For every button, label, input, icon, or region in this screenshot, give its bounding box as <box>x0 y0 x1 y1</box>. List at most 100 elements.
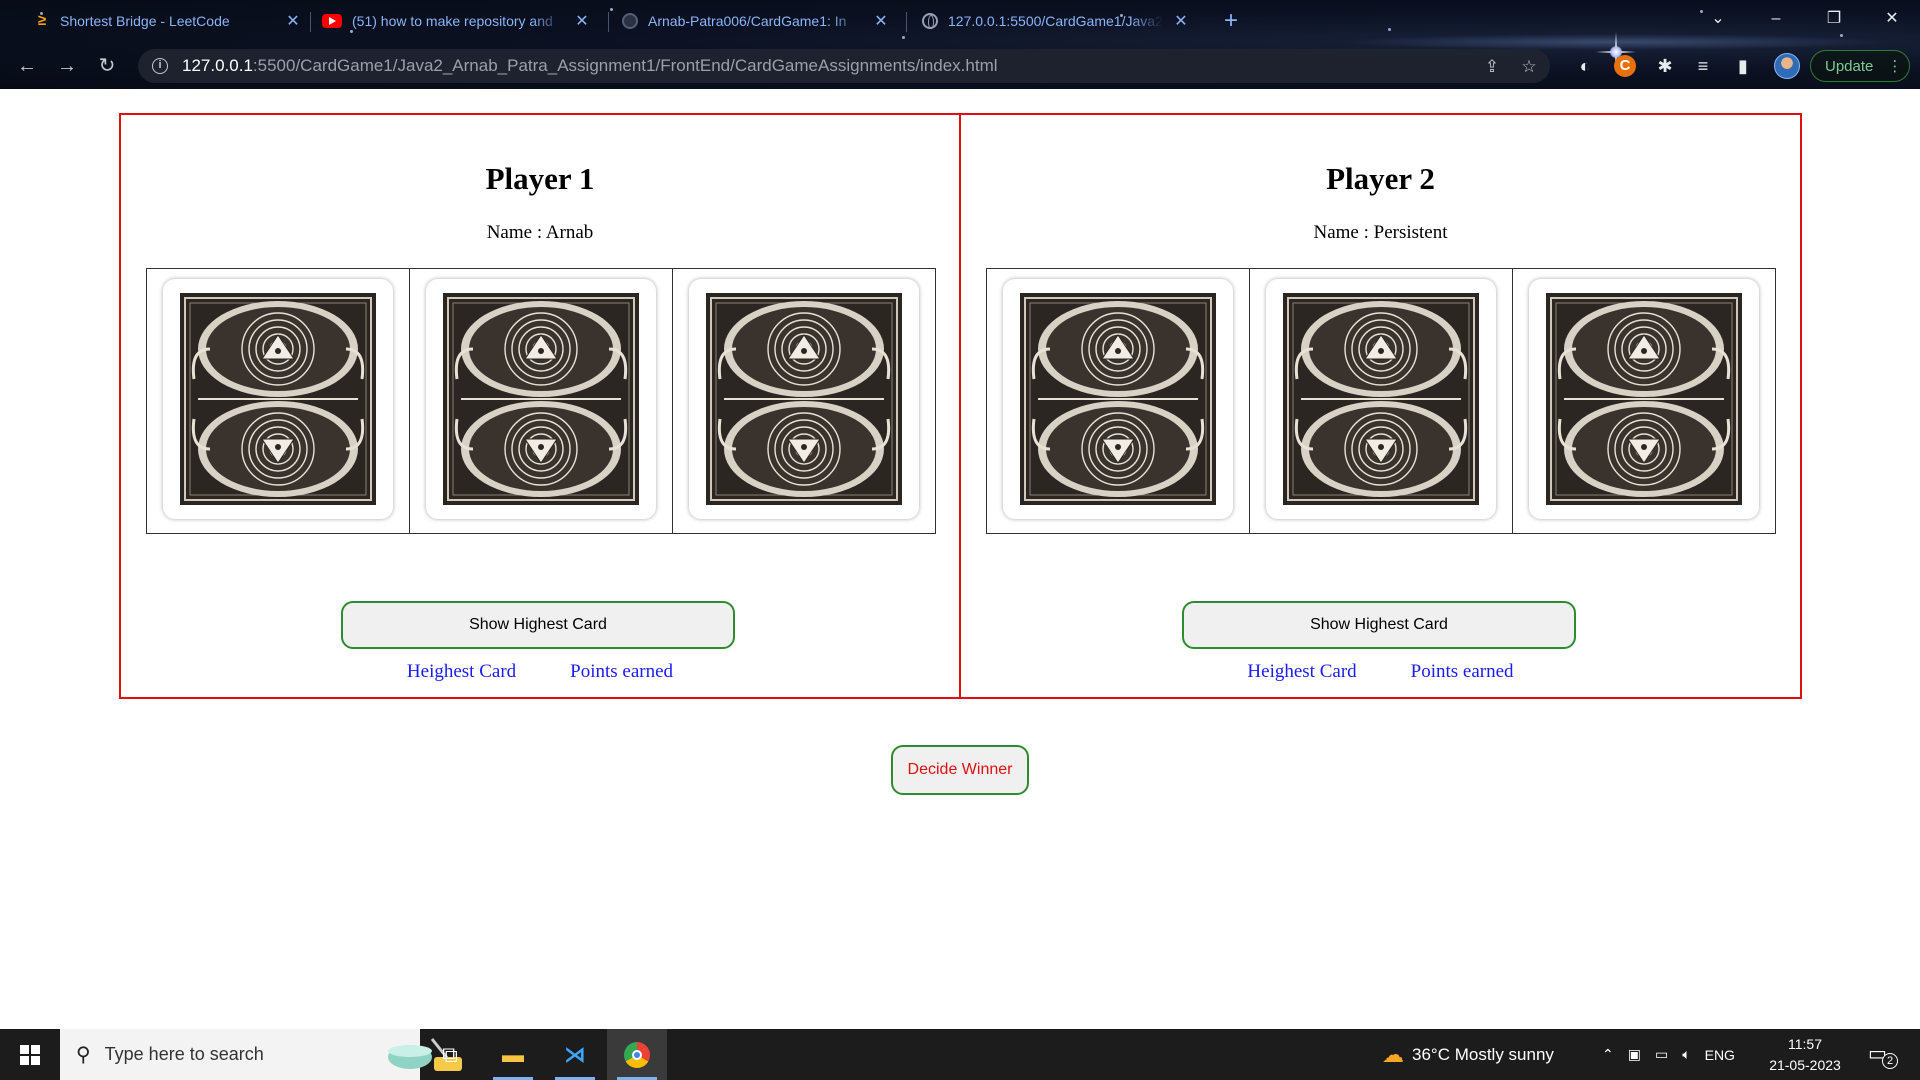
show-highest-card-button-player-2[interactable]: Show Highest Card <box>1182 601 1576 649</box>
chrome-icon[interactable] <box>607 1029 667 1080</box>
close-window-icon[interactable]: ✕ <box>1880 6 1904 32</box>
avatar[interactable] <box>1774 53 1800 79</box>
tab-search-chevron-icon[interactable]: ⌄ <box>1706 6 1730 32</box>
card-cell <box>409 268 673 534</box>
card-cell <box>986 268 1250 534</box>
card-back-art <box>1283 292 1479 505</box>
task-view-icon[interactable]: ⧉ <box>420 1029 480 1080</box>
windows-logo-icon <box>20 1044 40 1065</box>
notification-center-icon[interactable]: ▭ 2 <box>1868 1041 1898 1069</box>
extension-c-icon[interactable]: C <box>1614 55 1636 77</box>
media-queue-icon[interactable]: ≡ <box>1692 55 1714 77</box>
highest-card-label: Heighest Card <box>406 661 517 682</box>
player-2-heading: Player 2 <box>1326 161 1435 196</box>
share-icon[interactable]: ⇪ <box>1482 57 1502 77</box>
minimize-icon[interactable]: – <box>1764 6 1788 32</box>
tab-youtube[interactable]: (51) how to make repository and ✕ <box>312 6 600 36</box>
sun-cloud-icon: ☁ <box>1382 1041 1404 1067</box>
info-icon[interactable]: i <box>152 58 168 74</box>
address-bar[interactable]: i 127.0.0.1:5500/CardGame1/Java2_Arnab_P… <box>138 49 1550 83</box>
notification-badge: 2 <box>1882 1053 1898 1069</box>
tab-title: Arnab-Patra006/CardGame1: In <box>648 13 847 29</box>
weather-text: 36°C Mostly sunny <box>1412 1044 1554 1064</box>
update-label: Update <box>1825 57 1874 75</box>
battery-icon[interactable]: ▭ <box>1655 1046 1668 1063</box>
tab-title: (51) how to make repository and <box>352 13 553 29</box>
url-path: :5500/CardGame1/Java2_Arnab_Patra_Assign… <box>252 56 998 75</box>
card-back-art <box>1020 292 1216 505</box>
clock[interactable]: 11:57 21-05-2023 <box>1760 1034 1850 1076</box>
youtube-icon <box>322 14 342 28</box>
browser-toolbar: ← → ↻ i 127.0.0.1:5500/CardGame1/Java2_A… <box>0 47 1920 85</box>
card-back[interactable] <box>163 278 393 519</box>
tab-strip: ≥ Shortest Bridge - LeetCode ✕ (51) how … <box>0 0 1920 42</box>
player-2-card-table <box>986 268 1776 534</box>
close-icon[interactable]: ✕ <box>574 11 590 31</box>
network-icon[interactable]: ▣ <box>1628 1046 1641 1063</box>
card-back[interactable] <box>1003 278 1233 519</box>
close-icon[interactable]: ✕ <box>873 11 889 31</box>
tab-github[interactable]: Arnab-Patra006/CardGame1: In ✕ <box>612 6 899 36</box>
bookmark-star-icon[interactable]: ☆ <box>1519 57 1539 77</box>
search-placeholder: Type here to search <box>104 1044 264 1064</box>
card-back[interactable] <box>1266 278 1496 519</box>
windows-taskbar: ⚲ Type here to search ⧉ ▬ ⋊ ☁ 36°C Mostl… <box>0 1029 1920 1080</box>
player-2-panel: Player 2 Name : Persistent Show Highest … <box>959 113 1802 699</box>
vscode-icon[interactable]: ⋊ <box>545 1029 605 1080</box>
player-1-heading: Player 1 <box>485 161 595 196</box>
update-button[interactable]: Update ⋮ <box>1810 50 1910 82</box>
card-back-art <box>180 292 376 505</box>
system-tray: ⌃ ▣ ▭ 🔈︎ ENG <box>1602 1029 1735 1080</box>
chevron-up-icon[interactable]: ⌃ <box>1602 1046 1614 1063</box>
new-tab-button[interactable]: + <box>1224 6 1238 36</box>
forward-arrow-icon[interactable]: → <box>54 53 80 79</box>
url-host: 127.0.0.1 <box>182 56 253 75</box>
start-button[interactable] <box>0 1029 60 1080</box>
player-1-results: Heighest Card Points earned <box>121 661 959 683</box>
globe-icon <box>922 13 938 29</box>
card-cell <box>1512 268 1776 534</box>
highest-card-label: Heighest Card <box>1247 661 1357 682</box>
leetcode-icon: ≥ <box>37 12 47 29</box>
clock-date: 21-05-2023 <box>1769 1057 1841 1073</box>
tab-title: 127.0.0.1:5500/CardGame1/Java2 <box>948 13 1163 29</box>
extension-palette-icon[interactable]: ◐ <box>1574 55 1596 77</box>
player-1-name: Name : Arnab <box>486 222 594 243</box>
player-1-panel: Player 1 Name : Arnab Show Highest Card … <box>119 113 961 699</box>
reload-icon[interactable]: ↻ <box>94 53 120 79</box>
player-1-card-table <box>146 268 936 534</box>
player-2-name: Name : Persistent <box>1313 222 1448 243</box>
card-back[interactable] <box>1529 278 1759 519</box>
card-back-art <box>706 292 902 505</box>
points-earned-label: Points earned <box>570 661 674 682</box>
github-icon <box>622 13 638 29</box>
kebab-menu-icon[interactable]: ⋮ <box>1887 57 1902 75</box>
card-back-art <box>443 292 639 505</box>
restore-icon[interactable]: ❐ <box>1822 6 1846 32</box>
tab-localhost-active[interactable]: 127.0.0.1:5500/CardGame1/Java2 ✕ <box>912 6 1199 36</box>
card-back[interactable] <box>426 278 656 519</box>
card-back[interactable] <box>689 278 919 519</box>
clock-time: 11:57 <box>1788 1036 1822 1052</box>
player-2-results: Heighest Card Points earned <box>961 661 1800 683</box>
tab-title: Shortest Bridge - LeetCode <box>60 13 230 29</box>
browser-chrome: ≥ Shortest Bridge - LeetCode ✕ (51) how … <box>0 0 1920 89</box>
side-panel-icon[interactable]: ▮ <box>1732 55 1754 77</box>
close-icon[interactable]: ✕ <box>285 11 301 31</box>
points-earned-label: Points earned <box>1410 661 1514 682</box>
volume-icon[interactable]: 🔈︎ <box>1682 1046 1690 1063</box>
extensions-puzzle-icon[interactable]: ✱ <box>1654 55 1676 77</box>
taskbar-search[interactable]: ⚲ Type here to search <box>60 1029 462 1080</box>
tab-leetcode[interactable]: ≥ Shortest Bridge - LeetCode ✕ <box>24 6 311 36</box>
close-icon[interactable]: ✕ <box>1173 11 1189 31</box>
show-highest-card-button-player-1[interactable]: Show Highest Card <box>341 601 735 649</box>
card-back-art <box>1546 292 1742 505</box>
weather-widget[interactable]: ☁ 36°C Mostly sunny <box>1382 1029 1554 1080</box>
search-icon: ⚲ <box>76 1044 91 1066</box>
decide-winner-button[interactable]: Decide Winner <box>891 745 1029 795</box>
card-cell <box>672 268 936 534</box>
card-cell <box>1249 268 1513 534</box>
back-arrow-icon[interactable]: ← <box>14 53 40 79</box>
file-explorer-icon[interactable]: ▬ <box>483 1029 543 1080</box>
language-indicator[interactable]: ENG <box>1705 1047 1735 1063</box>
